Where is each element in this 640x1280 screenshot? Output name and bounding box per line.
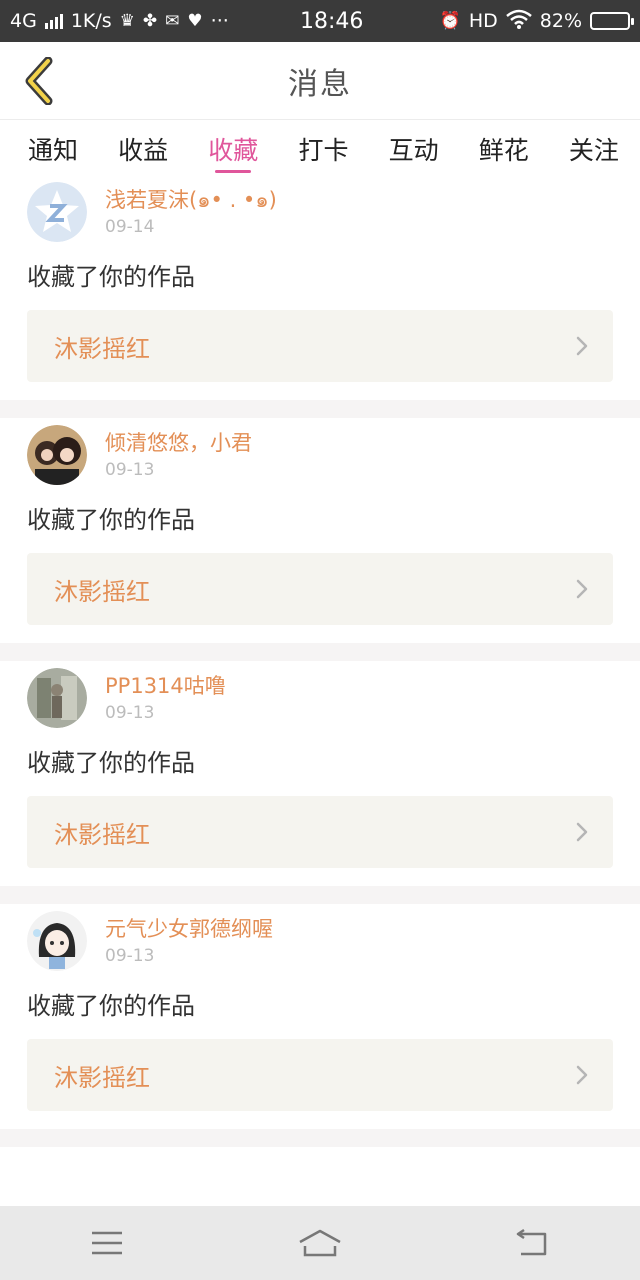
tab-0[interactable]: 通知 xyxy=(22,121,84,175)
hd-indicator: HD xyxy=(468,10,498,32)
signal-icon xyxy=(44,13,63,29)
card-divider xyxy=(0,400,640,418)
back-button[interactable] xyxy=(14,54,64,108)
user-name[interactable]: 元气少女郭德纲喔 xyxy=(105,915,273,943)
favorite-card: 倾清悠悠，小君 09-13 收藏了你的作品沐影摇红 xyxy=(0,418,640,643)
home-button[interactable] xyxy=(290,1213,350,1273)
timestamp: 09-13 xyxy=(105,460,155,480)
action-text: 收藏了你的作品 xyxy=(27,506,195,534)
user-row: 浅若夏沫(๑• . •๑) 09-14 xyxy=(27,182,613,242)
action-text: 收藏了你的作品 xyxy=(27,263,195,291)
user-name[interactable]: 倾清悠悠，小君 xyxy=(105,429,252,457)
app-header: 消息 xyxy=(0,42,640,120)
wifi-icon xyxy=(505,9,532,34)
menu-button[interactable] xyxy=(77,1213,137,1273)
network-type: 4G xyxy=(10,10,37,32)
tab-6[interactable]: 关注 xyxy=(563,121,625,175)
avatar[interactable] xyxy=(27,911,87,971)
work-link[interactable]: 沐影摇红 xyxy=(27,1039,613,1111)
action-text: 收藏了你的作品 xyxy=(27,749,195,777)
tab-5[interactable]: 鲜花 xyxy=(473,121,535,175)
card-divider xyxy=(0,1129,640,1147)
avatar[interactable] xyxy=(27,425,87,485)
mail-icon: ✉ xyxy=(165,11,180,31)
work-title: 沐影摇红 xyxy=(54,1063,150,1092)
back-arrow-icon xyxy=(517,1228,547,1256)
work-title: 沐影摇红 xyxy=(54,820,150,849)
battery-percent: 82% xyxy=(539,10,582,32)
card-divider xyxy=(0,886,640,904)
heart-shield-icon: ♥ xyxy=(187,11,203,31)
favorite-card: PP1314咕噜 09-13 收藏了你的作品沐影摇红 xyxy=(0,661,640,886)
system-nav-bar xyxy=(0,1206,640,1280)
timestamp: 09-14 xyxy=(105,217,155,237)
tab-2[interactable]: 收藏 xyxy=(202,121,264,175)
menu-icon xyxy=(91,1231,122,1255)
page-title: 消息 xyxy=(288,66,352,102)
more-notifications-icon: ··· xyxy=(210,10,229,32)
user-meta: 倾清悠悠，小君 09-13 xyxy=(105,425,252,483)
work-link[interactable]: 沐影摇红 xyxy=(27,553,613,625)
back-nav-button[interactable] xyxy=(503,1213,563,1273)
crown-icon: ♛ xyxy=(119,11,135,31)
avatar[interactable] xyxy=(27,668,87,728)
pinwheel-icon: ✤ xyxy=(142,11,158,31)
user-row: 元气少女郭德纲喔 09-13 xyxy=(27,911,613,971)
alarm-icon: ⏰ xyxy=(439,11,461,31)
work-link[interactable]: 沐影摇红 xyxy=(27,796,613,868)
favorite-card: 浅若夏沫(๑• . •๑) 09-14 收藏了你的作品沐影摇红 xyxy=(0,175,640,400)
user-meta: 浅若夏沫(๑• . •๑) 09-14 xyxy=(105,182,277,240)
timestamp: 09-13 xyxy=(105,946,155,966)
chevron-right-icon xyxy=(576,579,588,599)
status-bar: 4G 1K/s ♛ ✤ ✉ ♥ ··· 18:46 ⏰ HD 82% xyxy=(0,0,640,42)
user-row: 倾清悠悠，小君 09-13 xyxy=(27,425,613,485)
status-left: 4G 1K/s ♛ ✤ ✉ ♥ ··· xyxy=(10,10,270,32)
tab-bar: 通知 收益 收藏 打卡 互动 鲜花 关注 xyxy=(0,121,640,175)
user-meta: 元气少女郭德纲喔 09-13 xyxy=(105,911,273,969)
favorite-card: 元气少女郭德纲喔 09-13 收藏了你的作品沐影摇红 xyxy=(0,904,640,1129)
user-name[interactable]: 浅若夏沫(๑• . •๑) xyxy=(105,186,277,214)
chevron-right-icon xyxy=(576,822,588,842)
home-icon xyxy=(299,1229,341,1257)
network-speed: 1K/s xyxy=(70,10,112,32)
tab-4[interactable]: 互动 xyxy=(383,121,445,175)
avatar[interactable] xyxy=(27,182,87,242)
work-title: 沐影摇红 xyxy=(54,577,150,606)
status-right: ⏰ HD 82% xyxy=(439,9,634,34)
chevron-left-icon xyxy=(25,57,53,105)
card-divider xyxy=(0,643,640,661)
tab-3[interactable]: 打卡 xyxy=(292,121,354,175)
clock: 18:46 xyxy=(300,8,364,34)
favorites-feed: 浅若夏沫(๑• . •๑) 09-14 收藏了你的作品 沐影摇红 倾清悠悠，小君 09-1… xyxy=(0,175,640,1147)
user-name[interactable]: PP1314咕噜 xyxy=(105,672,226,700)
user-meta: PP1314咕噜 09-13 xyxy=(105,668,226,726)
action-text: 收藏了你的作品 xyxy=(27,992,195,1020)
chevron-right-icon xyxy=(576,1065,588,1085)
battery-icon xyxy=(590,12,634,30)
tab-1[interactable]: 收益 xyxy=(112,121,174,175)
chevron-right-icon xyxy=(576,336,588,356)
timestamp: 09-13 xyxy=(105,703,155,723)
work-title: 沐影摇红 xyxy=(54,334,150,363)
user-row: PP1314咕噜 09-13 xyxy=(27,668,613,728)
work-link[interactable]: 沐影摇红 xyxy=(27,310,613,382)
